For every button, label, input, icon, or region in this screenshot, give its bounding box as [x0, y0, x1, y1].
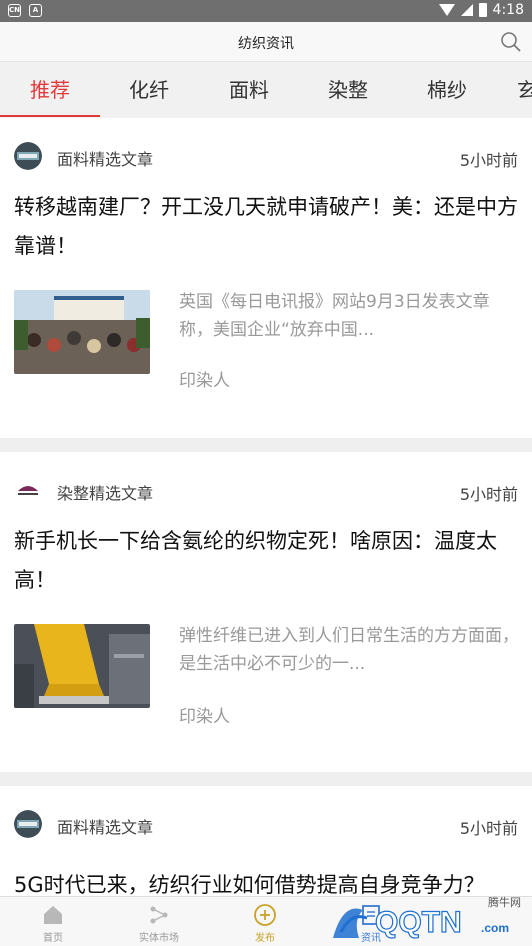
tab-cotton-yarn[interactable]: 棉纱	[397, 62, 497, 118]
source-name: 染整精选文章	[57, 484, 154, 503]
article-excerpt: 英国《每日电讯报》网站9月3日发表文章称，美国企业“放弃中国...	[179, 292, 490, 340]
article-author: 印染人	[179, 707, 230, 727]
wifi-icon	[438, 4, 455, 16]
article-thumbnail[interactable]	[14, 624, 150, 708]
tab-chemical-fiber[interactable]: 化纤	[99, 62, 199, 118]
tab-dyeing[interactable]: 染整	[298, 62, 398, 118]
source-avatar	[14, 476, 42, 504]
active-tab-indicator	[0, 115, 100, 117]
publish-icon	[254, 904, 276, 926]
source-name: 面料精选文章	[57, 150, 154, 169]
article-title[interactable]: 新手机长一下给含氨纶的织物定死！啥原因：温度太高！	[14, 522, 518, 600]
search-icon[interactable]	[500, 31, 522, 53]
status-time: 4:18	[492, 2, 524, 18]
notification-icon: CN	[8, 4, 21, 17]
nav-home[interactable]: 首页	[0, 897, 106, 946]
signal-icon	[460, 4, 473, 16]
article-title[interactable]: 转移越南建厂？开工没几天就申请破产！美：还是中方靠谱！	[14, 188, 518, 266]
source-name: 面料精选文章	[57, 818, 154, 837]
category-tabs: 推荐 化纤 面料 染整 棉纱 玄	[0, 62, 532, 118]
nav-label: 实体市场	[139, 933, 179, 944]
status-bar: CN A 4:18	[0, 0, 532, 22]
qqtn-watermark-logo: QQTN .com 腾牛网	[333, 895, 521, 940]
nav-publish[interactable]: 发布	[212, 897, 318, 946]
nav-label: 发布	[255, 933, 275, 944]
tab-recommend[interactable]: 推荐	[0, 62, 100, 118]
tab-more[interactable]: 玄	[497, 62, 532, 118]
home-icon	[44, 906, 62, 924]
svg-text:QQTN: QQTN	[375, 906, 462, 939]
market-icon	[150, 906, 168, 924]
page-title: 纺织资讯	[238, 36, 294, 52]
article-author: 印染人	[179, 371, 230, 391]
svg-text:.com: .com	[481, 921, 509, 935]
article-excerpt: 弹性纤维已进入到人们日常生活的方方面面，是生活中必不可少的一...	[179, 626, 519, 674]
source-avatar	[14, 810, 42, 838]
notification-icon: A	[29, 4, 42, 17]
battery-icon	[478, 3, 487, 17]
svg-text:腾牛网: 腾牛网	[488, 895, 521, 909]
timestamp: 5小时前	[459, 819, 518, 838]
article-thumbnail[interactable]	[14, 290, 150, 374]
source-avatar	[14, 142, 42, 170]
timestamp: 5小时前	[459, 151, 518, 170]
tab-fabric[interactable]: 面料	[199, 62, 299, 118]
article-card[interactable]: 染整精选文章 5小时前 新手机长一下给含氨纶的织物定死！啥原因：温度太高！ 弹性…	[0, 452, 532, 772]
app-header: 纺织资讯	[0, 22, 532, 62]
nav-market[interactable]: 实体市场	[106, 897, 212, 946]
article-card[interactable]: 面料精选文章 5小时前 转移越南建厂？开工没几天就申请破产！美：还是中方靠谱！ …	[0, 118, 532, 438]
nav-label: 首页	[43, 933, 63, 944]
timestamp: 5小时前	[459, 485, 518, 504]
